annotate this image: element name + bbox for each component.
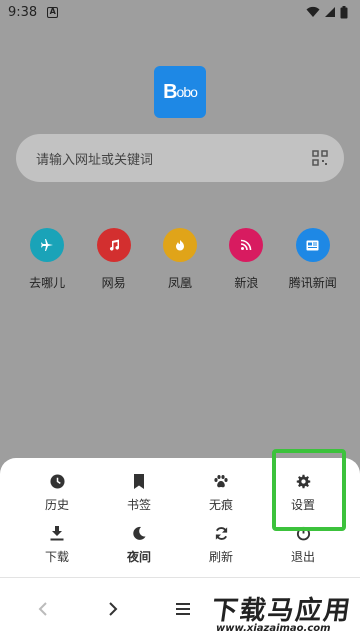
shortcut-grid: 去哪儿 网易 凤凰 新浪 腾讯新闻 <box>0 228 360 291</box>
shortcut-label: 网易 <box>101 276 126 290</box>
music-note-icon <box>109 239 119 251</box>
paw-icon <box>214 474 228 487</box>
chevron-right-icon <box>109 601 118 616</box>
notification-icon: A <box>47 6 59 18</box>
menu-bookmarks[interactable]: 书签 <box>98 472 180 513</box>
battery-icon <box>340 5 348 18</box>
app-logo: Bobo <box>154 66 206 118</box>
forward-button[interactable] <box>78 601 148 616</box>
refresh-icon <box>215 526 227 540</box>
shortcut-netease[interactable]: 网易 <box>81 228 147 291</box>
menu-label: 历史 <box>44 498 69 512</box>
shortcut-icon-circle <box>162 228 197 262</box>
menu-label: 刷新 <box>208 550 233 564</box>
fire-icon <box>175 240 184 251</box>
menu-button[interactable] <box>148 602 218 615</box>
settings-highlight-box <box>272 449 346 531</box>
menu-label: 书签 <box>126 498 151 512</box>
moon-icon <box>133 526 146 540</box>
shortcut-qunar[interactable]: 去哪儿 <box>14 228 80 291</box>
menu-downloads[interactable]: 下载 <box>16 524 98 565</box>
watermark-url: www.xiazaimao.com <box>216 623 331 634</box>
shortcut-icon-circle <box>30 228 65 262</box>
status-time: 9:38 <box>8 4 38 20</box>
shortcut-tencent-news[interactable]: 腾讯新闻 <box>280 228 346 291</box>
logo-rest: obo <box>176 84 198 100</box>
menu-history[interactable]: 历史 <box>16 472 98 513</box>
shortcut-icon-circle <box>295 228 330 262</box>
back-button[interactable] <box>8 601 78 616</box>
menu-label: 退出 <box>290 550 315 564</box>
news-icon <box>306 240 319 250</box>
download-icon <box>50 525 64 540</box>
chevron-left-icon <box>38 601 47 616</box>
menu-label: 无痕 <box>208 498 233 512</box>
menu-incognito[interactable]: 无痕 <box>180 472 262 513</box>
rss-icon <box>241 239 252 251</box>
shortcut-ifeng[interactable]: 凤凰 <box>147 228 213 291</box>
qr-scan-icon[interactable] <box>312 150 328 166</box>
shortcut-label: 新浪 <box>234 276 259 290</box>
hamburger-icon <box>176 602 190 615</box>
shortcut-label: 去哪儿 <box>29 276 66 290</box>
logo-letter: B <box>163 80 177 103</box>
clock-icon <box>49 473 65 489</box>
shortcut-icon-circle <box>229 228 264 262</box>
menu-label: 下载 <box>44 550 69 564</box>
signal-icon <box>325 7 335 17</box>
shortcut-label: 凤凰 <box>167 276 192 290</box>
status-bar: 9:38 A <box>0 0 360 24</box>
shortcut-icon-circle <box>96 228 131 262</box>
menu-night-mode[interactable]: 夜间 <box>98 524 180 565</box>
menu-label: 夜间 <box>126 550 151 564</box>
wifi-icon <box>306 6 320 17</box>
watermark: 下载马应用 www.xiazaimao.com <box>209 590 358 636</box>
status-icons <box>306 5 348 19</box>
airplane-icon <box>41 239 54 251</box>
search-input[interactable]: 请输入网址或关键词 <box>36 149 153 168</box>
shortcut-label: 腾讯新闻 <box>288 276 337 290</box>
shortcut-sina[interactable]: 新浪 <box>213 228 279 291</box>
search-bar[interactable]: 请输入网址或关键词 <box>16 134 344 182</box>
watermark-title: 下载马应用 <box>209 596 354 626</box>
menu-refresh[interactable]: 刷新 <box>180 524 262 565</box>
bookmark-icon <box>134 473 144 489</box>
